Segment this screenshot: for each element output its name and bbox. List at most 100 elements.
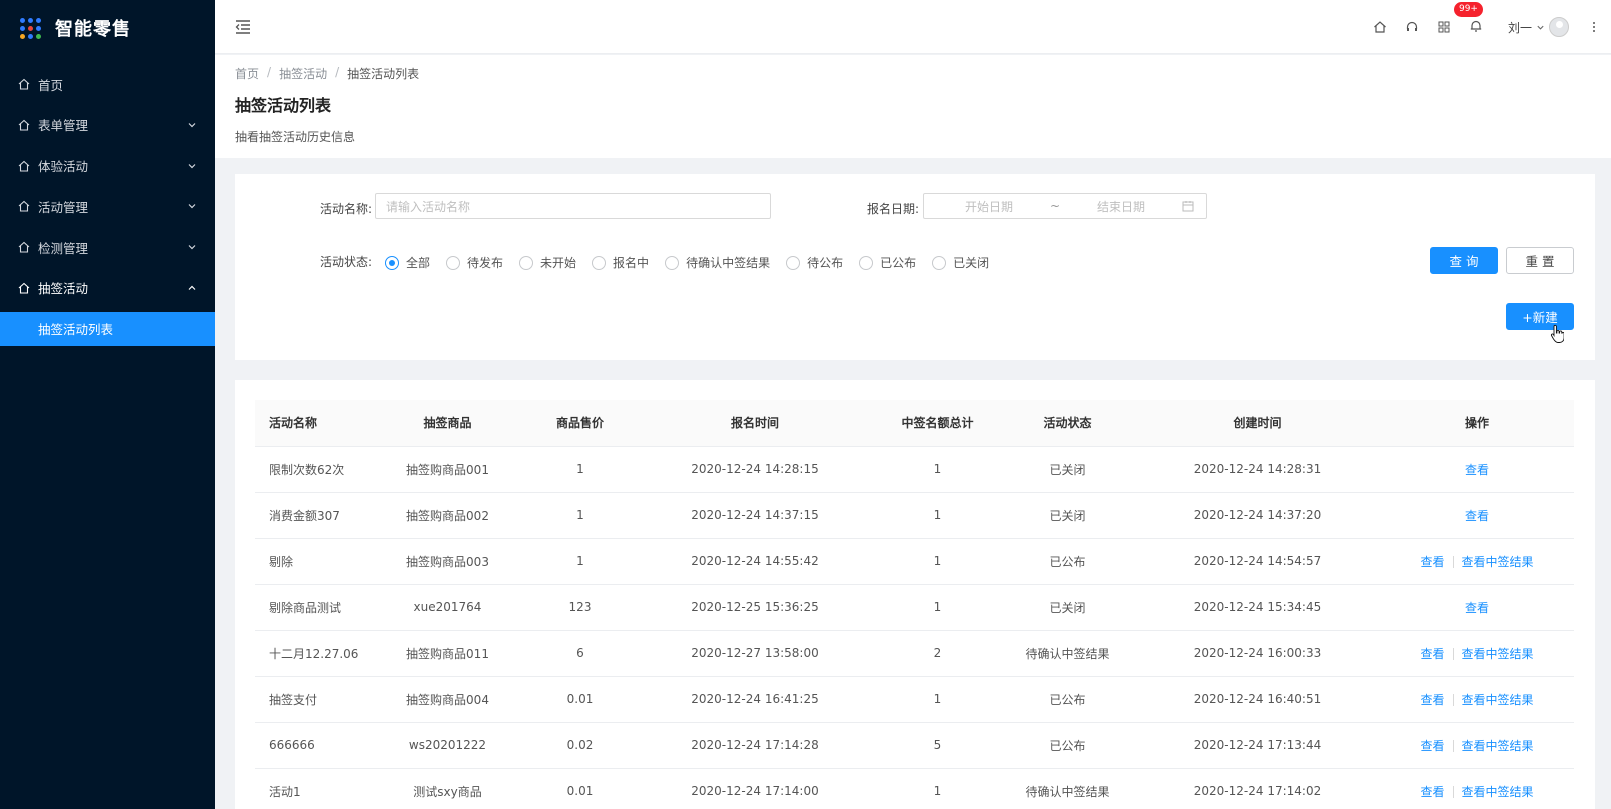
- activity-name-cell: 剔除: [255, 538, 370, 585]
- view-link[interactable]: 查看: [1465, 509, 1489, 523]
- date-separator: ~: [1049, 199, 1061, 213]
- created-time-cell: 2020-12-24 17:13:44: [1135, 722, 1380, 769]
- radio-circle[interactable]: [665, 255, 680, 270]
- price-cell: 1: [525, 492, 635, 539]
- status-cell: 已公布: [1000, 676, 1135, 723]
- view-result-link[interactable]: 查看中签结果: [1462, 785, 1534, 799]
- view-link[interactable]: 查看: [1420, 555, 1444, 569]
- date-label: 报名日期:: [867, 202, 920, 216]
- signup-time-cell: 2020-12-25 15:36:25: [635, 584, 875, 631]
- status-radio-5[interactable]: 待公布: [786, 254, 843, 271]
- view-result-link[interactable]: 查看中签结果: [1462, 647, 1534, 661]
- column-header: 活动名称: [255, 400, 370, 447]
- radio-circle[interactable]: [446, 255, 461, 270]
- view-result-link[interactable]: 查看中签结果: [1462, 555, 1534, 569]
- sidebar-item-label: 表单管理: [38, 118, 89, 134]
- apps-icon[interactable]: [1437, 20, 1451, 34]
- home-icon: [18, 78, 30, 90]
- radio-label: 待公布: [807, 256, 844, 270]
- radio-label: 待发布: [467, 256, 504, 270]
- actions-cell: 查看: [1380, 492, 1574, 539]
- view-link[interactable]: 查看: [1465, 601, 1489, 615]
- sidebar-item-5[interactable]: 抽签活动: [0, 268, 215, 308]
- status-cell: 已公布: [1000, 722, 1135, 769]
- status-cell: 待确认中签结果: [1000, 768, 1135, 809]
- user-menu[interactable]: 刘一: [1508, 17, 1569, 37]
- bell-icon[interactable]: [1469, 19, 1483, 33]
- activity-name-cell: 666666: [255, 722, 370, 769]
- status-radio-2[interactable]: 未开始: [519, 254, 576, 271]
- price-cell: 0.02: [525, 722, 635, 769]
- status-radio-7[interactable]: 已关闭: [932, 254, 989, 271]
- status-cell: 已公布: [1000, 538, 1135, 585]
- table-row: 消费金额307 抽签购商品002 1 2020-12-24 14:37:15 1 已关闭 2…: [255, 492, 1574, 539]
- column-header: 创建时间: [1135, 400, 1380, 447]
- home-icon: [18, 241, 30, 253]
- product-cell: 抽签购商品004: [370, 676, 525, 723]
- page-header: 首页 / 抽签活动 / 抽签活动列表 抽签活动列表 抽看抽签活动历史信息: [215, 55, 1611, 158]
- created-time-cell: 2020-12-24 15:34:45: [1135, 584, 1380, 631]
- query-button[interactable]: 查 询: [1430, 247, 1498, 274]
- menu-fold-icon[interactable]: [235, 19, 251, 35]
- view-link[interactable]: 查看: [1420, 739, 1444, 753]
- radio-label: 待确认中签结果: [686, 256, 771, 270]
- page-title: 抽签活动列表: [235, 96, 332, 115]
- status-label: 活动状态:: [320, 255, 373, 269]
- sidebar-item-label: 抽签活动: [38, 281, 89, 297]
- status-radio-0[interactable]: 全部: [385, 254, 430, 271]
- sidebar-item-label: 首页: [38, 77, 64, 93]
- quota-cell: 1: [875, 492, 1000, 539]
- sidebar-item-1[interactable]: 表单管理: [0, 105, 215, 145]
- product-cell: 抽签购商品003: [370, 538, 525, 585]
- app-title: 智能零售: [55, 19, 131, 40]
- sidebar-item-label: 活动管理: [38, 199, 89, 215]
- headset-icon[interactable]: [1405, 20, 1419, 34]
- radio-circle[interactable]: [385, 255, 399, 270]
- sidebar-item-2[interactable]: 体验活动: [0, 146, 215, 186]
- breadcrumb: 首页 / 抽签活动 / 抽签活动列表: [235, 65, 420, 82]
- end-date-placeholder[interactable]: 结束日期: [1066, 198, 1176, 215]
- home-icon[interactable]: [1373, 20, 1387, 34]
- more-icon[interactable]: [1593, 22, 1597, 32]
- view-result-link[interactable]: 查看中签结果: [1462, 693, 1534, 707]
- table-header-row: 活动名称 抽签商品 商品售价 报名时间 中签名额总计 活动状态 创建时间 操作: [255, 400, 1574, 447]
- radio-circle[interactable]: [786, 255, 801, 270]
- view-link[interactable]: 查看: [1420, 785, 1444, 799]
- reset-button[interactable]: 重 置: [1506, 247, 1574, 274]
- actions-cell: 查看 查看中签结果: [1380, 538, 1574, 585]
- hand-cursor-icon: [1551, 324, 1564, 343]
- logo[interactable]: 智能零售: [0, 0, 215, 56]
- sidebar-subitem-lottery-list[interactable]: 抽签活动列表: [0, 311, 215, 346]
- date-range-picker[interactable]: 开始日期 ~ 结束日期: [923, 193, 1207, 219]
- view-link[interactable]: 查看: [1465, 463, 1489, 477]
- created-time-cell: 2020-12-24 16:40:51: [1135, 676, 1380, 723]
- status-cell: 待确认中签结果: [1000, 630, 1135, 677]
- view-result-link[interactable]: 查看中签结果: [1462, 739, 1534, 753]
- radio-circle[interactable]: [519, 255, 534, 270]
- start-date-placeholder[interactable]: 开始日期: [934, 198, 1044, 215]
- view-link[interactable]: 查看: [1420, 647, 1444, 661]
- actions-cell: 查看 查看中签结果: [1380, 630, 1574, 677]
- avatar[interactable]: [1549, 17, 1569, 37]
- radio-circle[interactable]: [932, 255, 947, 270]
- column-header: 中签名额总计: [875, 400, 1000, 447]
- price-cell: 1: [525, 538, 635, 585]
- status-radio-1[interactable]: 待发布: [446, 254, 503, 271]
- calendar-icon: [1182, 201, 1194, 212]
- radio-circle[interactable]: [859, 255, 874, 270]
- status-radio-4[interactable]: 待确认中签结果: [665, 254, 770, 271]
- breadcrumb-lottery[interactable]: 抽签活动: [279, 65, 327, 82]
- product-cell: 抽签购商品011: [370, 630, 525, 677]
- status-radio-3[interactable]: 报名中: [592, 254, 649, 271]
- sidebar-item-0[interactable]: 首页: [0, 64, 215, 104]
- actions-cell: 查看: [1380, 446, 1574, 493]
- status-radio-6[interactable]: 已公布: [859, 254, 916, 271]
- view-link[interactable]: 查看: [1420, 693, 1444, 707]
- table-row: 666666 ws20201222 0.02 2020-12-24 17:14:28 5…: [255, 722, 1574, 769]
- breadcrumb-home[interactable]: 首页: [235, 65, 259, 82]
- sidebar-item-3[interactable]: 活动管理: [0, 186, 215, 226]
- sidebar-item-4[interactable]: 检测管理: [0, 227, 215, 267]
- radio-circle[interactable]: [592, 255, 607, 270]
- activity-name-cell: 消费金额307: [255, 492, 370, 539]
- activity-name-input[interactable]: 请输入活动名称: [375, 193, 771, 219]
